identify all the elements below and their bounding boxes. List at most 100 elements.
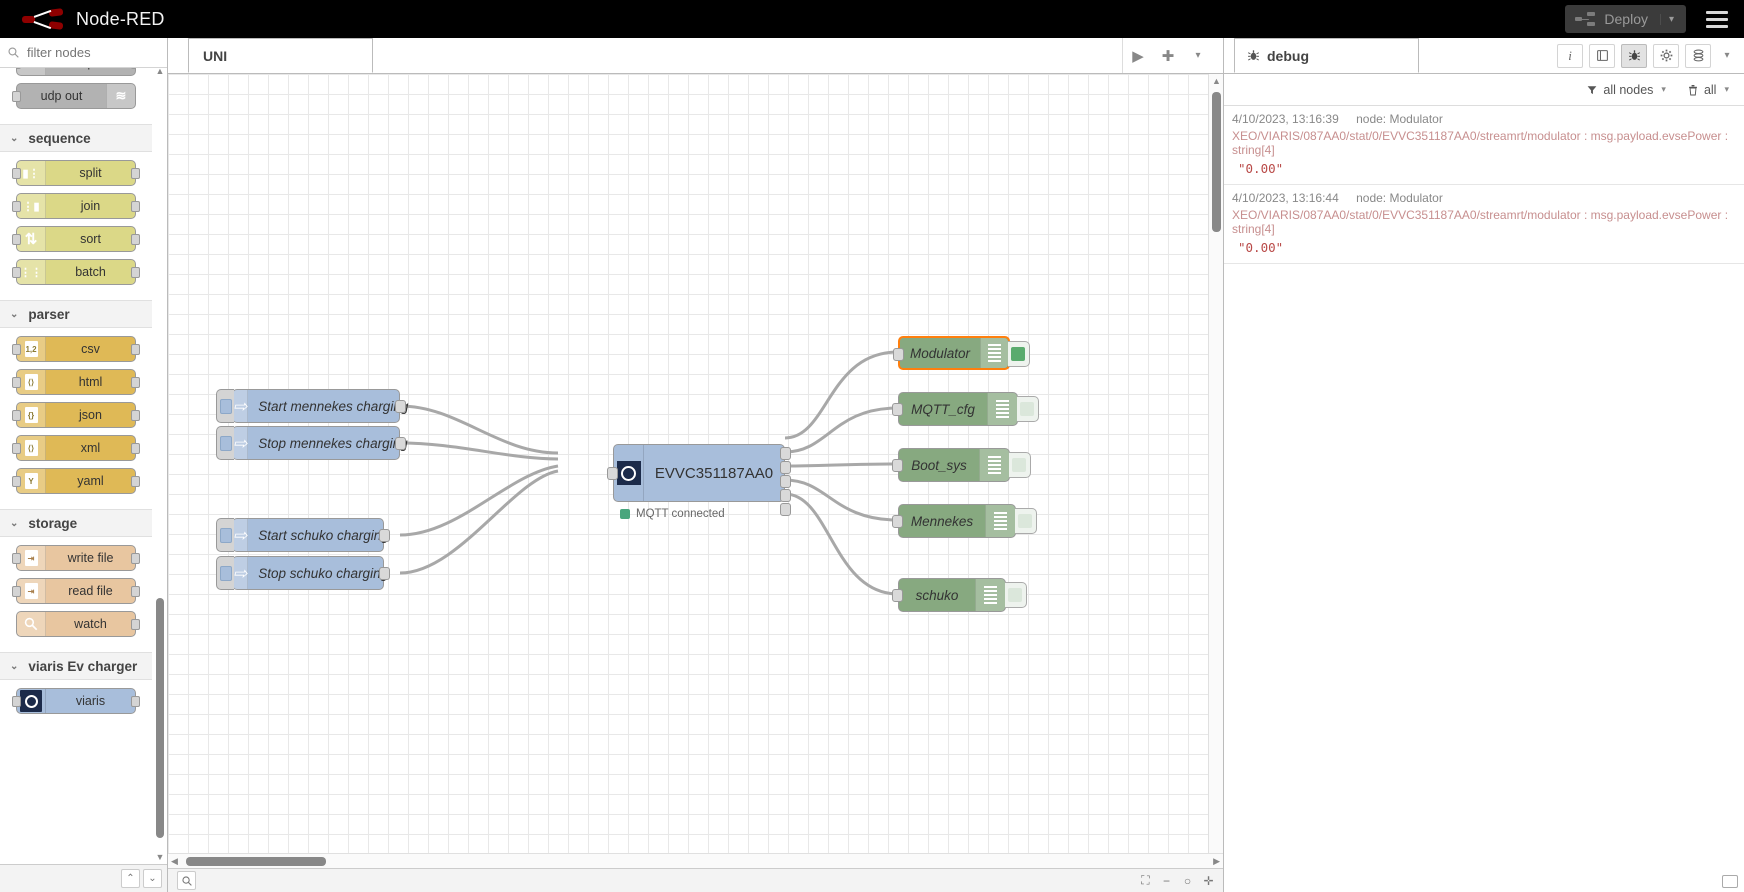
debug-enable-toggle[interactable] [1008,341,1030,367]
inject-node-start-mennekes[interactable]: ⇨ Start mennekes charging [216,389,408,423]
add-tab-button[interactable]: ✚ [1153,41,1183,71]
deploy-button[interactable]: Deploy ▾ [1565,5,1686,33]
palette-category-parser[interactable]: ⌄ parser [0,300,152,328]
debug-message-list[interactable]: 4/10/2023, 13:16:39 node: Modulator XEO/… [1224,106,1744,892]
port-out-1[interactable] [780,447,791,460]
inject-node-stop-schuko[interactable]: ⇨ Stop schuko charging [216,556,390,590]
palette-node-xml[interactable]: ⟨⟩ xml [12,435,140,461]
flow-tab-uni[interactable]: UNI [188,38,373,73]
port-out-4[interactable] [780,489,791,502]
info-tab-button[interactable]: i [1557,43,1583,68]
port-out-3[interactable] [780,475,791,488]
palette-node-viaris[interactable]: viaris [12,688,140,714]
port-out-5[interactable] [780,503,791,516]
palette-node-html[interactable]: ⟨⟩ html [12,369,140,395]
zoom-fit-button[interactable]: ⛶ [1137,872,1154,889]
palette-node-write-file[interactable]: ⇥ write file [12,545,140,571]
port-in[interactable] [892,515,903,528]
debug-node-filter[interactable]: all nodes ▾ [1581,79,1672,101]
palette-category-viaris-ev-charger[interactable]: ⌄ viaris Ev charger [0,652,152,680]
palette-scroll-area[interactable]: ≋ udp in udp out ≋ ⌄ sequence ▮⋮ [0,68,167,864]
palette-scroll-up-arrow[interactable]: ▲ [155,66,165,76]
inject-node-stop-mennekes[interactable]: ⇨ Stop mennekes charging [216,426,408,460]
palette-node-watch[interactable]: watch [16,611,140,637]
palette-filter-input[interactable] [25,44,155,61]
resize-handle[interactable] [1722,875,1738,888]
canvas-scroll-right-arrow[interactable]: ▶ [1213,856,1220,867]
context-tab-button[interactable] [1685,43,1711,68]
debug-tab-button[interactable] [1621,43,1647,68]
sidebar-tab-debug[interactable]: debug [1234,38,1419,73]
port-in[interactable] [892,459,903,472]
debug-enable-toggle[interactable] [1005,582,1027,608]
debug-message[interactable]: 4/10/2023, 13:16:44 node: Modulator XEO/… [1224,185,1744,264]
canvas-horizontal-scrollbar-thumb[interactable] [186,857,326,866]
palette-node-json[interactable]: {} json [12,402,140,428]
expand-all-button[interactable]: ⌄ [143,869,162,888]
inject-trigger-button[interactable] [216,556,234,590]
debug-enable-toggle[interactable] [1015,508,1037,534]
palette-scroll-down-arrow[interactable]: ▼ [155,852,165,862]
port-in[interactable] [607,467,618,480]
port-out[interactable] [379,529,390,542]
palette-node-join[interactable]: ⋮▮ join [12,193,140,219]
inject-trigger-button[interactable] [216,518,234,552]
port-out[interactable] [379,567,390,580]
debug-clear-filter[interactable]: all ▾ [1682,79,1735,101]
palette-scrollbar[interactable] [155,78,165,850]
canvas-scroll-left-arrow[interactable]: ◀ [171,856,178,867]
debug-node-mqtt-cfg[interactable]: MQTT_cfg [892,392,1039,426]
flow-canvas[interactable]: ⇨ Start mennekes charging ⇨ Stop menneke… [168,74,1208,868]
inject-node-start-schuko[interactable]: ⇨ Start schuko charging [216,518,390,552]
config-tab-button[interactable] [1653,43,1679,68]
inject-trigger-button[interactable] [216,426,234,460]
palette-scrollbar-thumb[interactable] [156,598,164,838]
port-out[interactable] [395,437,406,450]
canvas-horizontal-scrollbar[interactable]: ◀ ▶ [168,853,1223,868]
help-tab-button[interactable] [1589,43,1615,68]
tab-menu-caret[interactable]: ▾ [1183,41,1213,71]
run-flow-button[interactable]: ▶ [1123,41,1153,71]
debug-enable-toggle[interactable] [1009,452,1031,478]
palette-node-sort[interactable]: ⇅ sort [12,226,140,252]
port-out[interactable] [395,400,406,413]
palette-node-label: html [78,375,103,389]
canvas-vertical-scrollbar-thumb[interactable] [1212,92,1221,232]
canvas-scroll-up-arrow[interactable]: ▲ [1212,76,1221,86]
debug-enable-toggle[interactable] [1017,396,1039,422]
canvas-search-button[interactable] [177,871,196,890]
debug-message[interactable]: 4/10/2023, 13:16:39 node: Modulator XEO/… [1224,106,1744,185]
inject-trigger-button[interactable] [216,389,234,423]
deploy-dropdown-caret[interactable]: ▾ [1660,13,1682,25]
zoom-out-button[interactable]: − [1158,872,1175,889]
port-in[interactable] [892,589,903,602]
port-out-2[interactable] [780,461,791,474]
read-file-icon: ⇥ [17,579,46,603]
zoom-in-button[interactable]: ✛ [1200,872,1217,889]
palette-node-batch[interactable]: ⋮⋮ batch [12,259,140,285]
palette-category-storage[interactable]: ⌄ storage [0,509,152,537]
palette-node-udp-in[interactable]: ≋ udp in [16,68,136,76]
canvas-vertical-scrollbar[interactable]: ▲ ▼ [1208,74,1223,868]
debug-node-modulator[interactable]: Modulator [893,336,1030,370]
palette-node-csv[interactable]: 1,2 csv [12,336,140,362]
sidebar-menu-caret[interactable]: ▾ [1717,50,1737,61]
debug-node-boot-sys[interactable]: Boot_sys [892,448,1031,482]
zoom-reset-button[interactable]: ○ [1179,872,1196,889]
palette-node-label: csv [81,342,100,356]
palette-node-split[interactable]: ▮⋮ split [12,160,140,186]
collapse-all-button[interactable]: ⌃ [121,869,140,888]
palette-category-sequence[interactable]: ⌄ sequence [0,124,152,152]
hamburger-menu-icon[interactable] [1702,4,1732,34]
port-in[interactable] [893,348,904,361]
palette-node-read-file[interactable]: ⇥ read file [12,578,140,604]
palette-node-yaml[interactable]: Y yaml [12,468,140,494]
debug-message-header: 4/10/2023, 13:16:44 node: Modulator [1232,191,1737,205]
port-in[interactable] [892,403,903,416]
palette-search-bar[interactable] [0,38,167,68]
debug-node-mennekes[interactable]: Mennekes [892,504,1037,538]
palette-node-udp-out[interactable]: udp out ≋ [12,83,136,109]
viaris-node-evvc351187aa0[interactable]: EVVC351187AA0 [607,444,791,516]
debug-node-schuko[interactable]: schuko [892,578,1027,612]
yaml-file-icon: Y [17,469,46,493]
